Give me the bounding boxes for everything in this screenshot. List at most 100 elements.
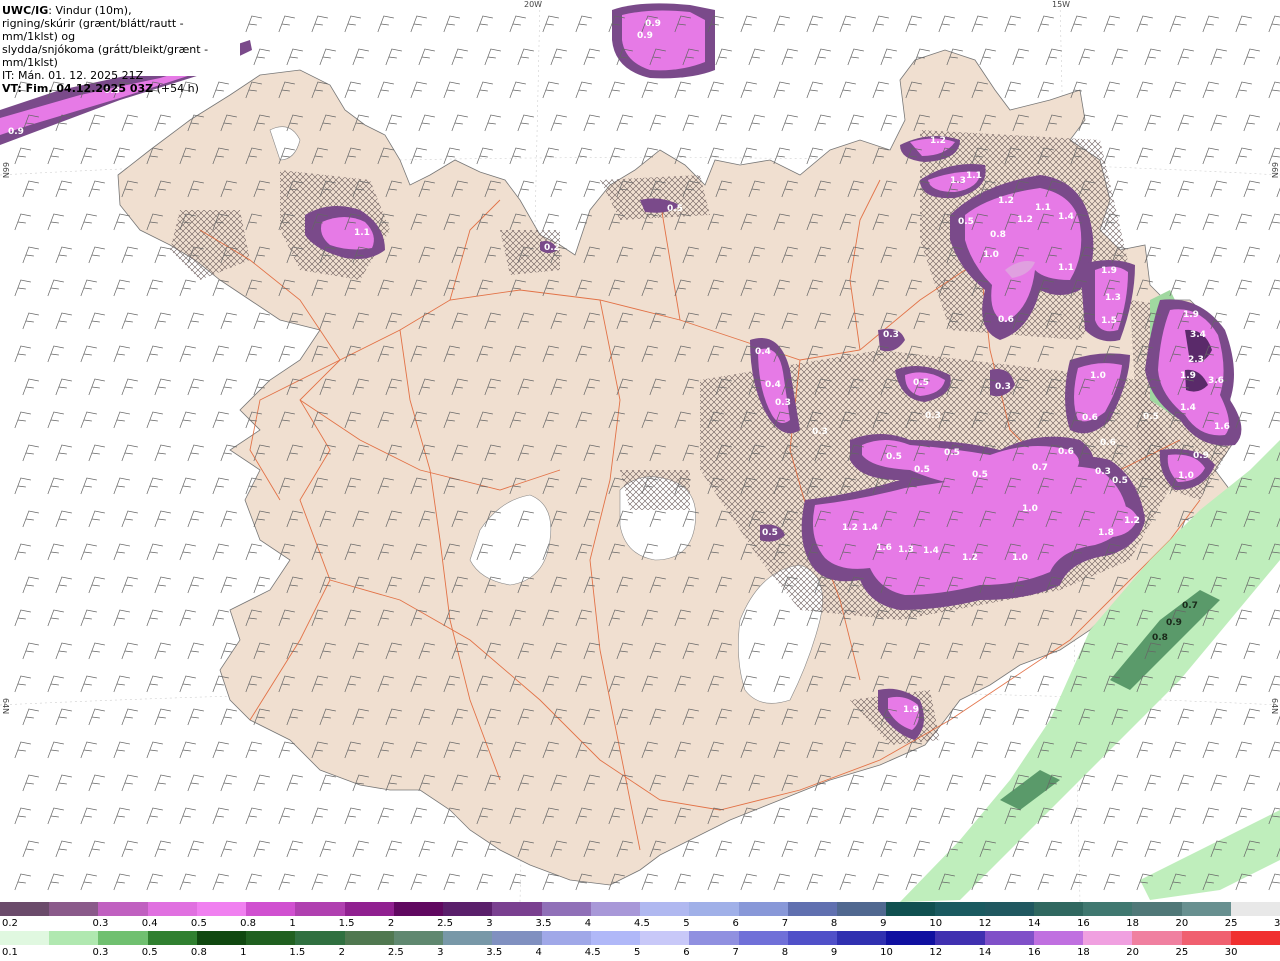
- rain-legend: 0.1 0.3 0.5 0.8 1 1.5 2 2.5 3 3.5 4 4.5 5 6 7 8 9 10 12 14 1…: [0, 931, 1280, 960]
- rain-legend-labels: 0.1 0.3 0.5 0.8 1 1.5 2 2.5 3 3.5 4 4.5 5 6 7 8 9 10 12 14 1…: [0, 947, 1280, 961]
- precip-value-label: 0.6: [1100, 438, 1116, 448]
- init-time: IT: Mán. 01. 12. 2025 21Z: [2, 69, 144, 82]
- legend-swatch: [984, 931, 1034, 945]
- legend-label: 5: [683, 918, 690, 929]
- legend-label: 16: [1077, 918, 1090, 929]
- lat-label-64n-left: 64N: [1, 698, 10, 715]
- legend-swatch: [689, 902, 739, 916]
- legend-label: 3.5: [486, 947, 503, 958]
- precip-value-label: 0.6: [998, 315, 1014, 325]
- lat-label-66n-left: 66N: [1, 162, 10, 179]
- precip-value-label: 1.0: [1178, 471, 1194, 481]
- precip-value-label: 1.9: [1101, 266, 1117, 276]
- legend-label: 6: [732, 918, 739, 929]
- precip-value-label: 1.4: [1058, 212, 1074, 222]
- precip-value-label: 0.3: [883, 330, 899, 340]
- precip-value-label: 0.9: [1193, 451, 1209, 461]
- valid-time: VT: Fim. 04.12.2025 03Z: [2, 82, 154, 95]
- product-desc-1: : Vindur (10m),: [48, 4, 132, 17]
- legend-swatch: [98, 931, 148, 945]
- precip-value-label: 1.0: [1022, 504, 1038, 514]
- legend-label: 8: [781, 947, 789, 958]
- legend-swatch: [590, 931, 641, 945]
- precip-value-label: 1.1: [1058, 263, 1074, 273]
- legend-swatch: [787, 902, 837, 916]
- legend-swatch: [196, 931, 247, 945]
- legend-swatch: [492, 931, 542, 945]
- legend-swatch: [344, 902, 394, 916]
- precip-value-label: 0.5: [958, 217, 974, 227]
- map-info-box: UWC/IG: Vindur (10m), rigning/skúrir (gr…: [0, 0, 240, 95]
- precip-value-label: 0.9: [637, 31, 653, 41]
- precip-value-label: 0.9: [1166, 618, 1182, 628]
- precip-value-label: 1.2: [842, 523, 858, 533]
- legend-label: 10: [929, 918, 943, 929]
- precip-value-label: 1.4: [1180, 403, 1196, 413]
- precip-value-label: 0.6: [1058, 447, 1074, 457]
- weather-map: 0.90.90.80.91.21.3 1.11.21.11.41.20.50.81…: [0, 0, 1280, 902]
- legend-label: 2.5: [387, 947, 404, 958]
- precip-value-label: 3.6: [1208, 376, 1224, 386]
- legend-swatch: [393, 902, 444, 916]
- precip-value-label: 0.6: [1082, 413, 1098, 423]
- legend-label: 2: [387, 918, 395, 929]
- precip-value-label: 1.8: [1098, 528, 1114, 538]
- precip-value-label: 0.5: [1112, 476, 1128, 486]
- legend-label: 0.3: [92, 947, 109, 958]
- legend-swatch: [393, 931, 444, 945]
- precip-value-label: 1.3: [950, 176, 966, 186]
- legend-swatch: [49, 931, 99, 945]
- legend-label: 12: [929, 947, 943, 958]
- legend-label: 0.5: [190, 918, 207, 929]
- legend-swatch: [443, 902, 493, 916]
- precip-value-label: 0.3: [925, 411, 941, 421]
- legend-swatch: [787, 931, 837, 945]
- precip-value-label: 0.8: [990, 230, 1006, 240]
- legend-swatch: [836, 902, 887, 916]
- precip-value-label: 0.5: [944, 448, 960, 458]
- precip-value-label: 1.2: [1124, 516, 1140, 526]
- legend-label: 0.4: [141, 918, 158, 929]
- legend-label: 14: [1027, 918, 1041, 929]
- precip-value-label: 0.5: [913, 378, 929, 388]
- legend-label: 0.8: [190, 947, 207, 958]
- legend-label: 10: [880, 947, 893, 958]
- legend-label: 4.5: [584, 947, 601, 958]
- legend-label: 25: [1175, 947, 1189, 958]
- legend-swatch: [689, 931, 739, 945]
- lon-label-15w: 15W: [1052, 0, 1071, 9]
- legend-label: 0.5: [141, 947, 158, 958]
- legend-label: 16: [1027, 947, 1041, 958]
- precip-value-label: 0.3: [1095, 467, 1111, 477]
- product-desc-2: rigning/skúrir (grænt/blátt/rautt - mm/1…: [2, 17, 184, 43]
- snow-legend: 0.2 0.3 0.4 0.5 0.8 1 1.5 2 2.5 3 3.5 4 4.5 5 6 7 8 9 10 12…: [0, 902, 1280, 931]
- precip-value-label: 1.6: [876, 543, 892, 553]
- legend-swatch: [1033, 902, 1084, 916]
- legend-label: 30: [1274, 918, 1280, 929]
- legend-swatch: [640, 931, 690, 945]
- precip-value-label: 1.4: [862, 523, 878, 533]
- legend-label: 3: [486, 918, 493, 929]
- legend-swatch: [443, 931, 493, 945]
- legend-label: 1: [240, 947, 247, 958]
- legend-swatch: [49, 902, 99, 916]
- forecast-hour: (+54 h): [153, 82, 199, 95]
- legend-swatch: [295, 902, 345, 916]
- rain-legend-colors: [0, 931, 1280, 945]
- legend-swatch: [1083, 931, 1133, 945]
- legend-label: 7: [781, 918, 789, 929]
- legend-swatch: [1181, 902, 1231, 916]
- legend-label: 0.1: [2, 947, 18, 958]
- precip-value-label: 1.2: [1017, 215, 1033, 225]
- legend-swatch: [935, 931, 985, 945]
- legend-swatch: [246, 931, 296, 945]
- legend-swatch: [1083, 902, 1133, 916]
- legend-swatch: [295, 931, 345, 945]
- legend-label: 6: [683, 947, 690, 958]
- legend-label: 2: [338, 947, 345, 958]
- legend-swatch: [935, 902, 985, 916]
- legend-label: 4: [535, 947, 542, 958]
- lat-label-64n-right: 64N: [1270, 698, 1279, 715]
- legend-label: 12: [978, 918, 992, 929]
- snow-legend-labels: 0.2 0.3 0.4 0.5 0.8 1 1.5 2 2.5 3 3.5 4 4.5 5 6 7 8 9 10 12…: [0, 918, 1280, 932]
